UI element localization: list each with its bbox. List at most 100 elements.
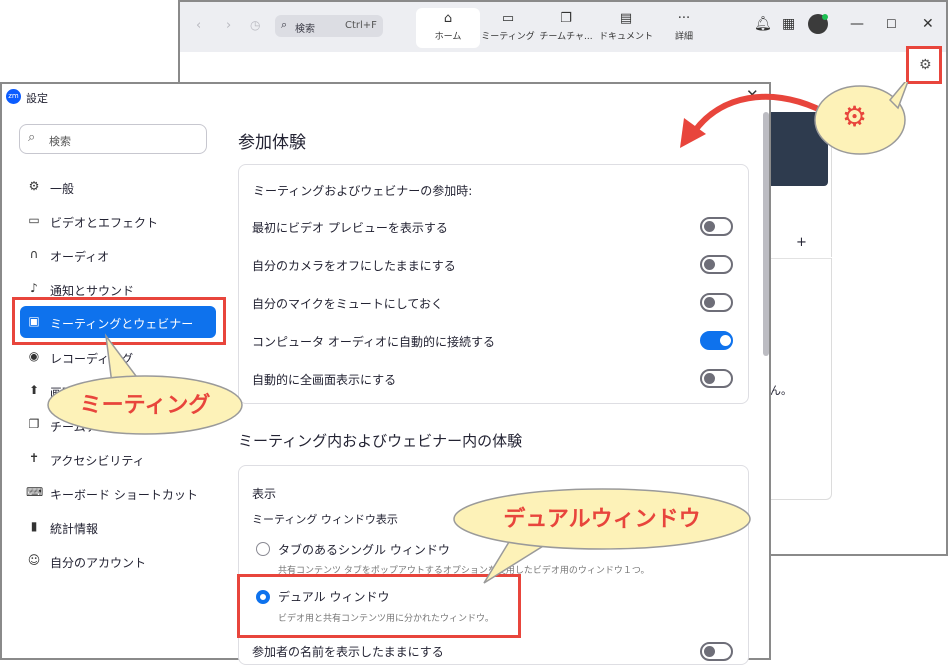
meetings-highlight-box	[12, 297, 226, 345]
search-icon: ⌕	[28, 130, 36, 145]
radio-single-window[interactable]	[256, 542, 270, 556]
toggle-switch[interactable]	[700, 217, 733, 236]
main-panel	[770, 258, 832, 500]
gear-callout: ⚙	[812, 82, 908, 164]
option-label: 参加者の名前を表示したままにする	[252, 645, 444, 659]
tab-documents[interactable]: ▤ ドキュメント	[594, 8, 658, 48]
sidebar-item-video[interactable]: ▭ ビデオとエフェクト	[20, 205, 216, 237]
user-icon: ☺	[27, 553, 41, 567]
toggle-knob	[704, 221, 715, 232]
document-icon: ▤	[619, 11, 633, 26]
more-dots-icon: ···	[677, 11, 691, 26]
settings-gear-highlight[interactable]: ⚙	[906, 46, 942, 84]
toggle-knob	[704, 259, 715, 270]
sidebar-item-label: キーボード ショートカット	[50, 488, 198, 502]
sidebar-item-audio[interactable]: ∩ オーディオ	[20, 239, 216, 271]
toggle-knob	[704, 646, 715, 657]
presence-dot-icon	[822, 14, 828, 20]
sidebar-item-label: 統計情報	[50, 522, 99, 536]
forward-arrow-icon[interactable]: ›	[226, 18, 231, 33]
sidebar-item-label: オーディオ	[50, 250, 110, 264]
tab-label: ミーティング	[481, 32, 535, 42]
meeting-callout: ミーティング	[46, 333, 244, 436]
settings-titlebar: zm 設定 ✕	[2, 84, 769, 110]
accessibility-icon: ✝	[28, 451, 40, 465]
video-camera-icon: ▭	[501, 11, 515, 26]
back-arrow-icon[interactable]: ‹	[196, 18, 201, 33]
sidebar-item-keyboard[interactable]: ⌨ キーボード ショートカット	[20, 477, 216, 509]
dual-window-highlight-box	[237, 574, 521, 638]
option-label: 最初にビデオ プレビューを表示する	[252, 221, 448, 235]
maximize-icon[interactable]: ☐	[886, 17, 897, 31]
radio-label[interactable]: タブのあるシングル ウィンドウ	[278, 541, 450, 558]
main-search-label: 検索	[295, 24, 315, 35]
zoom-logo-icon: zm	[6, 89, 21, 104]
sidebar-item-label: ビデオとエフェクト	[50, 216, 159, 230]
option-video-preview: 最初にビデオ プレビューを表示する	[252, 207, 737, 245]
tab-meetings[interactable]: ▭ ミーティング	[476, 8, 540, 48]
page-title: 参加体験	[238, 133, 306, 153]
toggle-knob	[720, 335, 731, 346]
keyboard-icon: ⌨	[26, 485, 44, 499]
tab-more[interactable]: ··· 詳細	[652, 8, 716, 48]
video-camera-icon: ▭	[28, 213, 40, 227]
option-keep-names: 参加者の名前を表示したままにする	[252, 639, 737, 664]
share-screen-icon: ⬆	[28, 383, 40, 397]
bell-icon[interactable]: 🔔︎	[754, 16, 772, 32]
search-shortcut: Ctrl+F	[345, 20, 377, 31]
option-computer-audio: コンピュータ オーディオに自動的に接続する	[252, 321, 737, 359]
option-label: 自分のマイクをミュートにしておく	[252, 297, 444, 311]
search-icon: ⌕	[281, 18, 288, 31]
callout-text: ミーティング	[79, 393, 211, 418]
sidebar-item-accessibility[interactable]: ✝ アクセシビリティ	[20, 443, 216, 475]
stats-icon: ▮	[30, 519, 38, 533]
toggle-switch[interactable]	[700, 255, 733, 274]
sidebar-item-label: アクセシビリティ	[50, 454, 145, 468]
toggle-switch[interactable]	[700, 293, 733, 312]
sidebar-item-label: 一般	[50, 182, 75, 196]
toggle-switch[interactable]	[700, 642, 733, 661]
main-toolbar: ‹ › ◷ ⌕ 検索 Ctrl+F ⌂ ホーム ▭ ミーティング ❐ チームチャ…	[180, 2, 946, 52]
window-display-label: ミーティング ウィンドウ表示	[252, 513, 398, 526]
chat-icon: ❐	[28, 417, 40, 431]
display-label: 表示	[252, 487, 277, 501]
gear-icon: ⚙	[842, 100, 868, 133]
close-icon[interactable]: ✕	[922, 16, 934, 32]
option-label: 自分のカメラをオフにしたままにする	[252, 259, 456, 273]
main-search-box[interactable]: ⌕ 検索 Ctrl+F	[275, 15, 383, 37]
tab-team-chat[interactable]: ❐ チームチャ...	[534, 8, 598, 48]
toggle-knob	[704, 297, 715, 308]
dual-window-callout: デュアルウィンドウ	[452, 487, 752, 584]
gear-icon: ⚙	[919, 57, 932, 73]
chat-bubbles-icon: ❐	[560, 11, 572, 26]
search-placeholder: 検索	[49, 135, 71, 148]
home-icon: ⌂	[443, 11, 453, 26]
tab-label: 詳細	[674, 32, 693, 42]
settings-search-input[interactable]: ⌕ 検索	[19, 124, 207, 154]
minimize-icon[interactable]: —	[850, 16, 864, 32]
tab-home[interactable]: ⌂ ホーム	[416, 8, 480, 48]
sidebar-item-general[interactable]: ⚙ 一般	[20, 171, 216, 203]
option-label: 自動的に全画面表示にする	[252, 373, 397, 387]
join-label: ミーティングおよびウェビナーの参加時:	[253, 184, 473, 198]
settings-title: 設定	[26, 92, 48, 105]
record-icon: ◉	[28, 349, 40, 363]
toggle-knob	[704, 373, 715, 384]
option-label: コンピュータ オーディオに自動的に接続する	[252, 335, 495, 349]
option-full-screen: 自動的に全画面表示にする	[252, 359, 737, 397]
gear-icon: ⚙	[28, 179, 40, 193]
sidebar-item-label: 自分のアカウント	[50, 556, 147, 570]
toggle-switch[interactable]	[700, 369, 733, 388]
sidebar-item-account[interactable]: ☺ 自分のアカウント	[20, 545, 216, 577]
sidebar-item-statistics[interactable]: ▮ 統計情報	[20, 511, 216, 543]
history-icon[interactable]: ◷	[250, 18, 260, 32]
section-heading: ミーティング内およびウェビナー内の体験	[238, 432, 523, 450]
headphones-icon: ∩	[29, 247, 39, 261]
toggle-switch[interactable]	[700, 331, 733, 350]
tab-label: ホーム	[434, 32, 462, 42]
bell-icon: ♪	[30, 281, 38, 295]
option-camera-off: 自分のカメラをオフにしたままにする	[252, 245, 737, 283]
option-mute-mic: 自分のマイクをミュートにしておく	[252, 283, 737, 321]
tab-label: ドキュメント	[598, 32, 653, 42]
calendar-icon[interactable]: ▦	[782, 16, 795, 32]
